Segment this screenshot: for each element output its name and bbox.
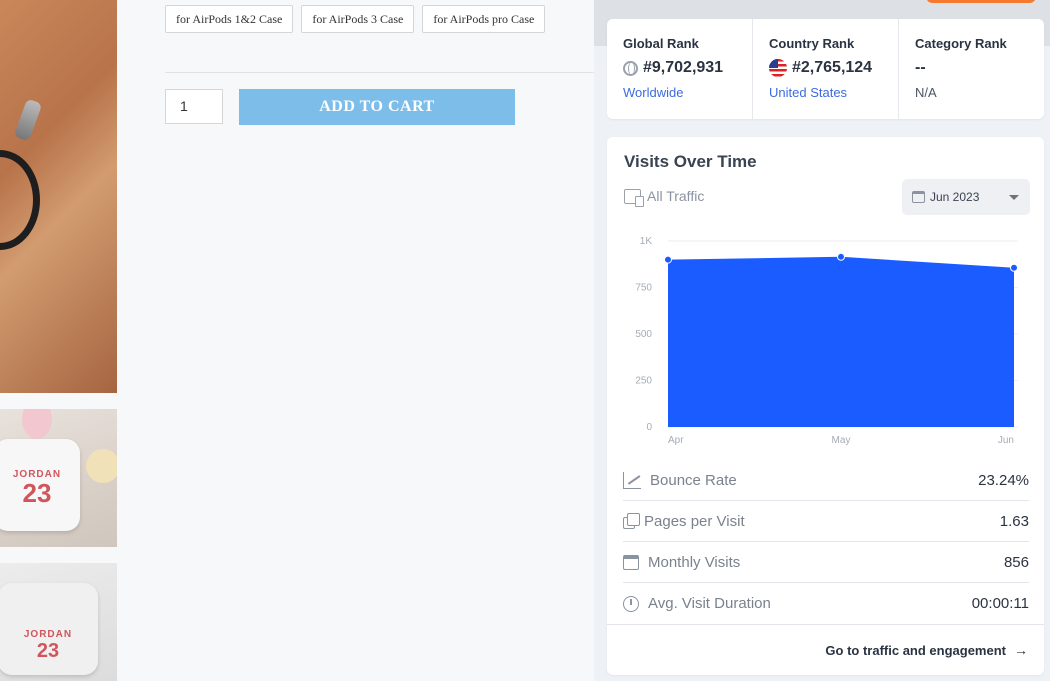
option-airpods-pro[interactable]: for AirPods pro Case (422, 5, 546, 33)
traffic-filter[interactable]: All Traffic (624, 188, 705, 207)
divider (165, 72, 595, 73)
option-airpods-3[interactable]: for AirPods 3 Case (301, 5, 415, 33)
x-axis-ticks: Apr May Jun (668, 435, 1014, 446)
airpods-case: JORDAN 23 (0, 439, 80, 531)
product-thumbnail-1[interactable]: JORDAN 23 (0, 409, 117, 547)
case-number: 23 (22, 478, 52, 508)
case-type-options: for AirPods 1&2 Case for AirPods 3 Case … (165, 5, 546, 33)
arrow-right-icon: → (1014, 642, 1028, 658)
rank-link-country[interactable]: United States (769, 85, 898, 100)
global-rank: Global Rank #9,702,931 Worldwide (607, 19, 753, 119)
metric-label: Monthly Visits (648, 553, 741, 571)
calendar-icon (623, 554, 639, 570)
timer-icon (623, 595, 639, 612)
metric-value: 856 (1003, 553, 1029, 571)
bounce-icon (623, 471, 641, 489)
rank-title: Global Rank (623, 36, 699, 51)
rank-value: -- (915, 58, 1044, 78)
y-tick-label: 750 (635, 283, 652, 294)
visits-title: Visits Over Time (624, 152, 757, 171)
rank-card: Global Rank #9,702,931 Worldwide Country… (607, 19, 1044, 119)
visits-card: Visits Over Time All Traffic Jun 2023 0 2… (607, 137, 1044, 675)
rank-number: #2,765,124 (792, 59, 873, 76)
metrics-list: Bounce Rate 23.24% Pages per Visit 1.63 … (623, 460, 1029, 624)
rank-sub: N/A (915, 85, 937, 100)
us-flag-icon (769, 59, 787, 77)
metric-label: Pages per Visit (644, 512, 745, 530)
product-gallery: JORDAN 23 JORDAN 23 (0, 0, 117, 681)
case-number: 23 (36, 640, 60, 662)
data-point (1010, 263, 1018, 272)
quantity-input[interactable]: 1 (165, 89, 223, 124)
rank-title: Category Rank (915, 36, 1007, 51)
traffic-label: All Traffic (647, 188, 705, 204)
rank-link-worldwide[interactable]: Worldwide (623, 85, 752, 100)
globe-icon (623, 60, 638, 76)
metric-value: 1.63 (999, 512, 1029, 530)
rank-value: #2,765,124 (769, 58, 898, 78)
y-axis-ticks: 0 250 500 750 1K (635, 236, 652, 433)
pages-icon (623, 513, 640, 529)
chart-area (668, 256, 1014, 427)
calendar-icon (912, 191, 925, 203)
go-to-traffic-link[interactable]: Go to traffic and engagement → (607, 624, 1044, 675)
metric-label: Avg. Visit Duration (648, 595, 771, 612)
visits-chart: 0 250 500 750 1K Apr May Jun (635, 236, 1018, 446)
metric-label: Bounce Rate (650, 471, 737, 489)
header-action-button[interactable] (926, 0, 1036, 3)
rank-number: #9,702,931 (643, 59, 724, 76)
y-tick-label: 250 (635, 376, 652, 387)
metric-visit-duration: Avg. Visit Duration 00:00:11 (623, 583, 1029, 624)
case-text: JORDAN (23, 629, 73, 640)
data-point (837, 252, 845, 261)
category-rank: Category Rank -- N/A (899, 19, 1044, 119)
x-tick-label: Jun (998, 435, 1014, 446)
date-label: Jun 2023 (930, 190, 980, 204)
metric-monthly-visits: Monthly Visits 856 (623, 542, 1029, 583)
product-thumbnail-2[interactable]: JORDAN 23 (0, 563, 117, 681)
go-link-label: Go to traffic and engagement (825, 642, 1006, 658)
y-tick-label: 1K (640, 236, 653, 247)
country-rank: Country Rank #2,765,124 United States (753, 19, 899, 119)
rank-value: #9,702,931 (623, 58, 752, 78)
x-tick-label: May (832, 435, 851, 446)
metric-bounce-rate: Bounce Rate 23.24% (623, 460, 1029, 501)
flower-decoration (86, 449, 117, 483)
devices-icon (624, 188, 644, 207)
product-main-image[interactable] (0, 0, 117, 393)
rank-title: Country Rank (769, 36, 855, 51)
keychain-clip (13, 98, 43, 142)
metric-value: 23.24% (978, 471, 1029, 489)
keychain-ring (0, 150, 40, 250)
chevron-down-icon (1009, 195, 1019, 200)
option-airpods-1-2[interactable]: for AirPods 1&2 Case (165, 5, 294, 33)
traffic-widget-panel: Global Rank #9,702,931 Worldwide Country… (594, 0, 1050, 681)
x-tick-label: Apr (668, 435, 684, 446)
flower-decoration (22, 409, 52, 439)
metric-pages-per-visit: Pages per Visit 1.63 (623, 501, 1029, 542)
y-tick-label: 0 (646, 422, 652, 433)
metric-value: 00:00:11 (971, 595, 1029, 612)
data-point (664, 255, 672, 264)
rank-number: -- (915, 59, 926, 76)
airpods-pro-case: JORDAN 23 (0, 583, 98, 675)
y-tick-label: 500 (635, 329, 652, 340)
add-to-cart-button[interactable]: ADD TO CART (239, 89, 515, 125)
date-dropdown[interactable]: Jun 2023 (902, 179, 1030, 215)
